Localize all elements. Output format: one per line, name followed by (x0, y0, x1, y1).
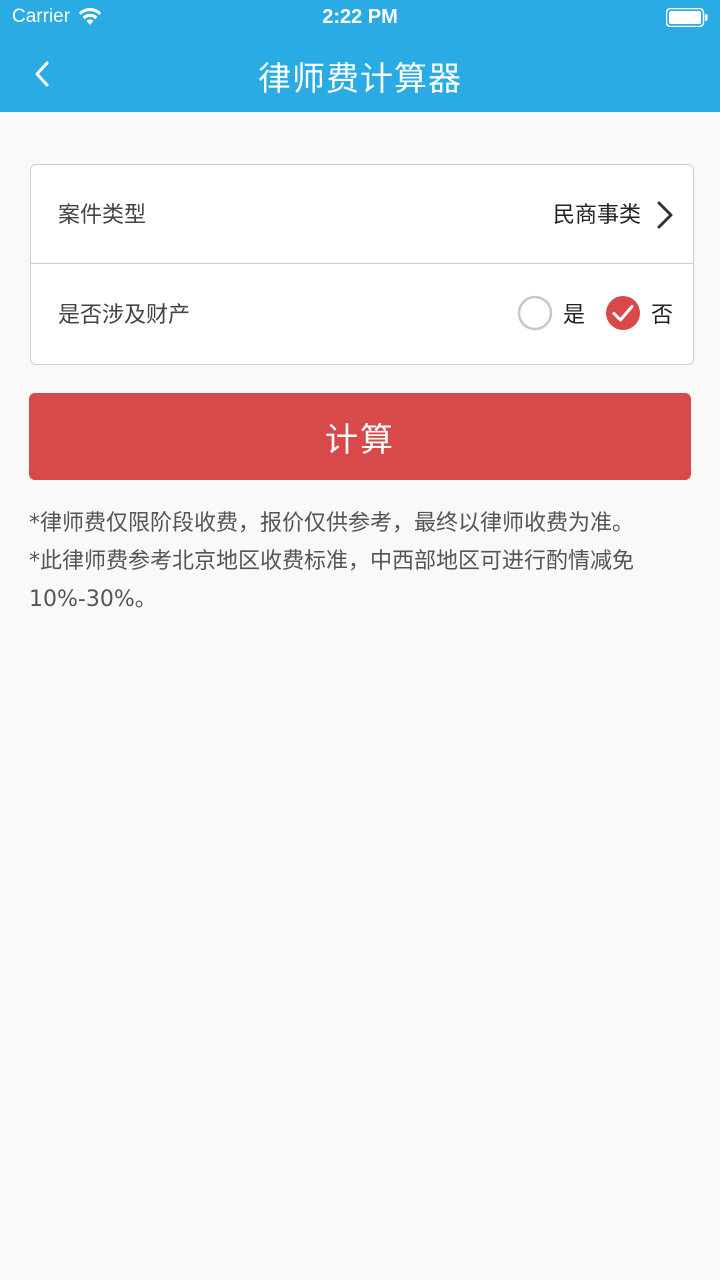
page-title: 律师费计算器 (258, 59, 462, 98)
property-row: 是否涉及财产 是 否 (31, 265, 693, 364)
property-label: 是否涉及财产 (58, 303, 191, 328)
calculate-button[interactable]: 计算 (29, 393, 691, 480)
form-card: 案件类型 民商事类 是否涉及财产 是 否 (30, 164, 694, 365)
navigation-bar: 律师费计算器 (0, 36, 720, 112)
app-header: Carrier 2:22 PM 律师费计算器 (0, 0, 720, 112)
fee-notes: *律师费仅限阶段收费，报价仅供参考，最终以律师收费为准。 *此律师费参考北京地区… (29, 505, 691, 619)
radio-unchecked-icon (517, 295, 553, 331)
case-type-label: 案件类型 (58, 203, 147, 228)
status-bar: Carrier 2:22 PM (0, 0, 720, 36)
radio-option-yes[interactable]: 是 (517, 295, 585, 331)
chevron-right-icon (657, 201, 673, 229)
battery-icon (666, 8, 708, 27)
radio-checked-icon (605, 296, 640, 330)
property-radio-group: 是 否 (517, 295, 673, 331)
radio-label-yes: 是 (562, 303, 585, 328)
status-time: 2:22 PM (322, 6, 398, 28)
case-type-value: 民商事类 (552, 203, 641, 228)
fee-note: *律师费仅限阶段收费，报价仅供参考，最终以律师收费为准。 (29, 511, 635, 536)
radio-label-no: 否 (650, 303, 673, 328)
radio-option-no[interactable]: 否 (605, 295, 673, 331)
fee-note: *此律师费参考北京地区收费标准，中西部地区可进行酌情减免10%-30%。 (29, 549, 635, 612)
case-type-row[interactable]: 案件类型 民商事类 (31, 165, 693, 264)
